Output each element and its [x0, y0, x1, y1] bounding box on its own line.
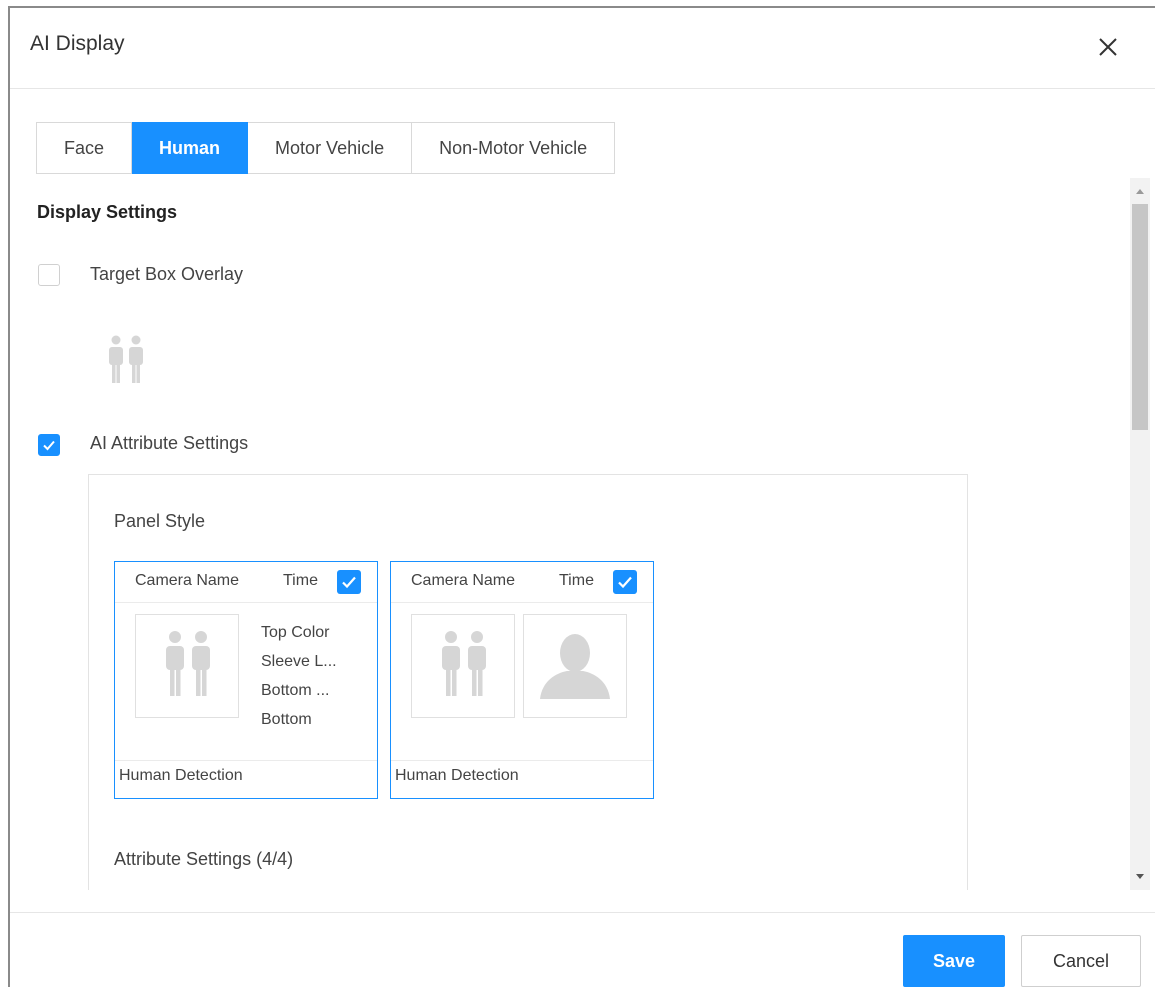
- attribute-settings-panel: Panel Style Camera Name Time Top Color S…: [88, 474, 968, 890]
- detection-type-label: Human Detection: [119, 767, 243, 784]
- human-thumbnail: [135, 614, 239, 718]
- attribute-item: Bottom: [261, 711, 312, 728]
- camera-name-label: Camera Name: [135, 572, 240, 589]
- tab-non-motor-vehicle[interactable]: Non-Motor Vehicle: [412, 122, 616, 174]
- dialog-header: AI Display: [10, 8, 1155, 89]
- target-box-overlay-checkbox[interactable]: [38, 264, 60, 286]
- time-label: Time: [283, 572, 318, 589]
- attribute-item: Top Color: [261, 624, 330, 641]
- card-footer: Human Detection: [115, 760, 377, 799]
- scroll-down-icon[interactable]: [1130, 866, 1150, 886]
- close-icon[interactable]: [1097, 36, 1119, 58]
- attribute-list: Top Color Sleeve L... Bottom ... Bottom: [261, 618, 337, 734]
- cancel-button[interactable]: Cancel: [1021, 935, 1141, 987]
- attribute-settings-label: Attribute Settings (4/4): [114, 849, 294, 869]
- settings-content: Display Settings Target Box Overlay AI A…: [10, 178, 1110, 890]
- person-silhouette-icon: [540, 634, 610, 699]
- people-icon: [106, 334, 148, 386]
- target-box-overlay-label: Target Box Overlay: [90, 264, 244, 284]
- tab-motor-vehicle[interactable]: Motor Vehicle: [248, 122, 413, 174]
- panel-style-label: Panel Style: [114, 511, 206, 531]
- panel-style-option-1[interactable]: Camera Name Time Top Color Sleeve L... B…: [114, 561, 378, 799]
- camera-name-label: Camera Name: [411, 572, 516, 589]
- tab-bar: Face Human Motor Vehicle Non-Motor Vehic…: [36, 122, 616, 174]
- scroll-up-icon[interactable]: [1130, 182, 1150, 202]
- card-header: Camera Name Time: [115, 562, 377, 603]
- display-settings-title: Display Settings: [37, 202, 178, 222]
- human-thumbnail: [411, 614, 515, 718]
- vertical-scrollbar[interactable]: [1130, 178, 1150, 890]
- attribute-item: Bottom ...: [261, 682, 330, 699]
- attribute-item: Sleeve L...: [261, 653, 337, 670]
- ai-display-dialog: AI Display Face Human Motor Vehicle Non-…: [8, 6, 1155, 987]
- dialog-footer: Save Cancel: [10, 912, 1155, 987]
- scroll-thumb[interactable]: [1132, 204, 1148, 430]
- time-checkbox[interactable]: [337, 570, 361, 594]
- save-button[interactable]: Save: [903, 935, 1005, 987]
- people-icon: [442, 631, 486, 696]
- detection-type-label: Human Detection: [395, 767, 519, 784]
- ai-attribute-settings-checkbox[interactable]: [38, 434, 60, 456]
- ai-attribute-settings-label: AI Attribute Settings: [90, 433, 249, 453]
- panel-style-option-2[interactable]: Camera Name Time Human Detection: [390, 561, 654, 799]
- people-icon: [166, 631, 210, 696]
- time-checkbox[interactable]: [613, 570, 637, 594]
- tab-face[interactable]: Face: [36, 122, 133, 174]
- face-thumbnail: [523, 614, 627, 718]
- tab-human[interactable]: Human: [132, 122, 249, 174]
- card-header: Camera Name Time: [391, 562, 653, 603]
- dialog-title: AI Display: [30, 32, 125, 55]
- card-footer: Human Detection: [391, 760, 653, 799]
- time-label: Time: [559, 572, 594, 589]
